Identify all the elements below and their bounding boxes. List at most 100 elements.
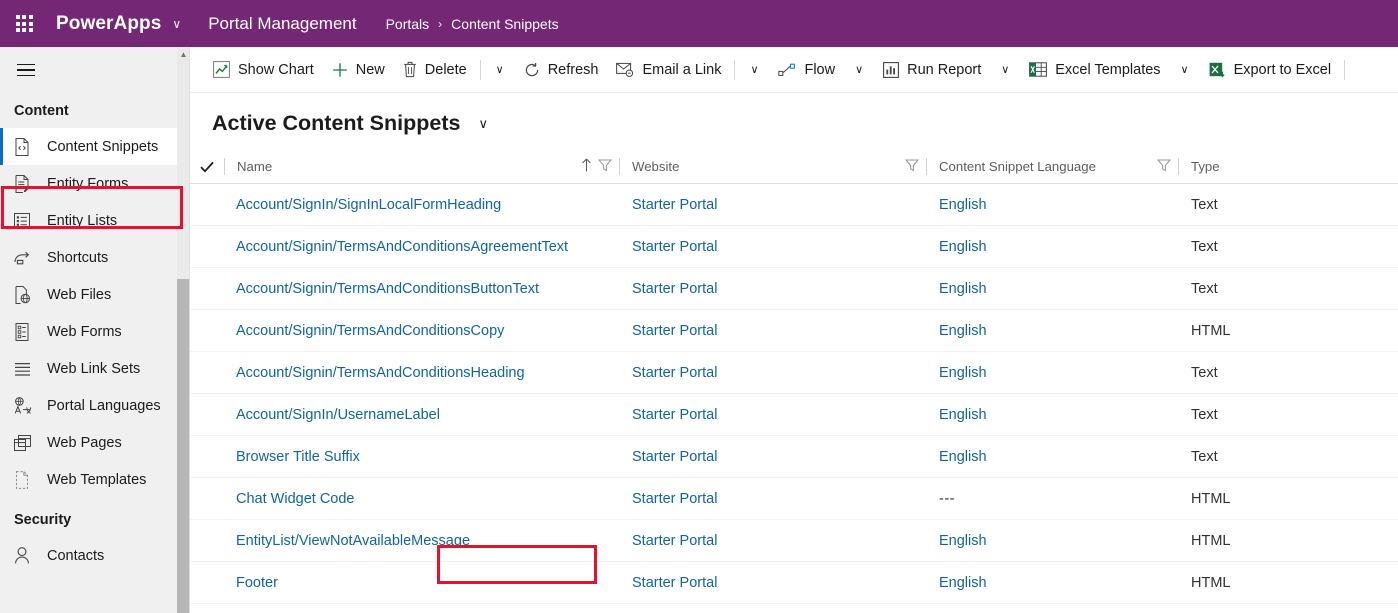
table-row[interactable]: EntityList/ViewNotAvailableMessage Starte… <box>190 520 1398 562</box>
row-link-language[interactable]: English <box>939 533 987 549</box>
brand-chevron-down-icon[interactable]: ∨ <box>172 17 181 31</box>
grid-column-name[interactable]: Name <box>190 150 620 184</box>
row-link-language[interactable]: English <box>939 575 987 591</box>
sidebar-item-label: Entity Forms <box>47 175 129 192</box>
row-link-language[interactable]: English <box>939 281 987 297</box>
row-link-language[interactable]: English <box>939 197 987 213</box>
row-link-name[interactable]: Account/Signin/TermsAndConditionsButtonT… <box>236 281 539 297</box>
row-link-website[interactable]: Starter Portal <box>632 281 717 297</box>
email-overflow-chevron-down-icon[interactable]: ∨ <box>739 47 769 93</box>
sidebar-item-portal-languages[interactable]: Portal Languages <box>0 387 190 424</box>
sidebar-item-entity-lists[interactable]: Entity Lists <box>0 202 190 239</box>
select-all-checkbox[interactable] <box>190 161 224 173</box>
breadcrumb-portals[interactable]: Portals <box>386 16 430 32</box>
cell-language: English <box>927 268 1179 310</box>
table-row[interactable]: Account/Signin/TermsAndConditionsAgreeme… <box>190 226 1398 268</box>
row-link-website[interactable]: Starter Portal <box>632 197 717 213</box>
command-separator <box>479 59 481 80</box>
grid-column-website[interactable]: Website <box>620 150 927 184</box>
plus-icon <box>332 62 348 78</box>
sidebar-item-web-files[interactable]: Web Files <box>0 276 190 313</box>
sidebar-item-entity-forms[interactable]: Entity Forms <box>0 165 190 202</box>
delete-overflow-chevron-down-icon[interactable]: ∨ <box>485 47 515 93</box>
cell-website: Starter Portal <box>620 562 927 604</box>
row-link-language[interactable]: English <box>939 239 987 255</box>
command-bar: Show Chart New Delete ∨ Refresh Email a … <box>190 47 1398 93</box>
table-row[interactable]: Chat Widget Code Starter Portal --- HTML <box>190 478 1398 520</box>
new-button[interactable]: New <box>323 47 394 93</box>
sort-ascending-icon[interactable] <box>581 158 592 175</box>
row-link-name[interactable]: Browser Title Suffix <box>236 449 360 465</box>
row-link-name[interactable]: Account/SignIn/SignInLocalFormHeading <box>236 197 501 213</box>
row-link-name[interactable]: Account/SignIn/UsernameLabel <box>236 407 440 423</box>
grid-column-type[interactable]: Type <box>1179 150 1398 184</box>
email-a-link-button[interactable]: Email a Link <box>607 47 730 93</box>
flow-chevron-down-icon[interactable]: ∨ <box>844 47 874 93</box>
grid-column-content-snippet-language[interactable]: Content Snippet Language <box>927 150 1179 184</box>
row-link-website[interactable]: Starter Portal <box>632 449 717 465</box>
filter-icon[interactable] <box>904 158 920 175</box>
row-link-name[interactable]: Chat Widget Code <box>236 491 354 507</box>
hamburger-menu-button[interactable] <box>2 47 50 93</box>
refresh-icon <box>524 62 540 78</box>
nav-group-title-content: Content <box>14 103 69 119</box>
run-report-button[interactable]: Run Report <box>874 47 990 93</box>
table-row[interactable]: Browser Title Suffix Starter Portal Englis… <box>190 436 1398 478</box>
app-launcher-button[interactable] <box>0 0 48 47</box>
export-to-excel-button[interactable]: Export to Excel <box>1200 47 1341 93</box>
sidebar-item-web-forms[interactable]: Web Forms <box>0 313 190 350</box>
row-link-website[interactable]: Starter Portal <box>632 365 717 381</box>
top-app-bar: PowerApps ∨ Portal Management Portals › … <box>0 0 1398 47</box>
cell-website: Starter Portal <box>620 226 927 268</box>
run-report-chevron-down-icon[interactable]: ∨ <box>990 47 1020 93</box>
sidebar-item-label: Web Files <box>47 286 112 303</box>
excel-templates-chevron-down-icon[interactable]: ∨ <box>1170 47 1200 93</box>
row-link-name[interactable]: Account/Signin/TermsAndConditionsHeading <box>236 365 525 381</box>
row-link-language[interactable]: English <box>939 323 987 339</box>
row-link-website[interactable]: Starter Portal <box>632 323 717 339</box>
row-link-website[interactable]: Starter Portal <box>632 533 717 549</box>
sidebar-item-web-templates[interactable]: Web Templates <box>0 461 190 498</box>
row-link-website[interactable]: Starter Portal <box>632 407 717 423</box>
row-link-language[interactable]: English <box>939 365 987 381</box>
filter-icon[interactable] <box>1156 158 1172 175</box>
view-selector[interactable]: Active Content Snippets ∨ <box>190 93 1398 142</box>
row-link-name[interactable]: Account/Signin/TermsAndConditionsAgreeme… <box>236 239 568 255</box>
chevron-down-icon[interactable]: ∨ <box>478 116 488 132</box>
table-row[interactable]: Footer Starter Portal English HTML <box>190 562 1398 604</box>
sidebar-item-shortcuts[interactable]: Shortcuts <box>0 239 190 276</box>
refresh-button[interactable]: Refresh <box>515 47 608 93</box>
sidebar-item-web-pages[interactable]: Web Pages <box>0 424 190 461</box>
sidebar-item-contacts[interactable]: Contacts <box>0 537 190 574</box>
row-link-language[interactable]: English <box>939 407 987 423</box>
delete-button[interactable]: Delete <box>394 47 476 93</box>
table-row[interactable]: Account/Signin/TermsAndConditionsButtonT… <box>190 268 1398 310</box>
row-value-type: Text <box>1191 364 1218 381</box>
flow-button[interactable]: Flow <box>769 47 844 93</box>
table-row[interactable]: Account/SignIn/SignInLocalFormHeading Sta… <box>190 184 1398 226</box>
row-link-name[interactable]: EntityList/ViewNotAvailableMessage <box>236 533 470 549</box>
export-to-excel-label: Export to Excel <box>1233 61 1332 78</box>
row-link-website[interactable]: Starter Portal <box>632 239 717 255</box>
row-link-name[interactable]: Account/Signin/TermsAndConditionsCopy <box>236 323 504 339</box>
app-name-portal-management[interactable]: Portal Management <box>208 14 356 34</box>
cell-language: English <box>927 562 1179 604</box>
table-row[interactable]: Account/Signin/TermsAndConditionsHeading… <box>190 352 1398 394</box>
excel-templates-button[interactable]: Excel Templates <box>1020 47 1169 93</box>
row-link-website[interactable]: Starter Portal <box>632 491 717 507</box>
row-link-language[interactable]: English <box>939 449 987 465</box>
row-value-type: HTML <box>1191 532 1231 549</box>
table-row[interactable]: Account/Signin/TermsAndConditionsCopy Sta… <box>190 310 1398 352</box>
sidebar-item-content-snippets[interactable]: Content Snippets <box>0 128 190 165</box>
cell-name: Account/SignIn/SignInLocalFormHeading <box>190 184 620 226</box>
row-link-name[interactable]: Footer <box>236 575 278 591</box>
excel-templates-label: Excel Templates <box>1055 61 1161 78</box>
row-link-website[interactable]: Starter Portal <box>632 575 717 591</box>
sidebar-item-web-link-sets[interactable]: Web Link Sets <box>0 350 190 387</box>
show-chart-button[interactable]: Show Chart <box>204 47 323 93</box>
table-row[interactable]: Account/SignIn/UsernameLabel Starter Port… <box>190 394 1398 436</box>
brand-powerapps[interactable]: PowerApps <box>56 13 161 35</box>
flow-icon <box>778 63 796 77</box>
filter-icon[interactable] <box>597 158 613 175</box>
breadcrumb-content-snippets[interactable]: Content Snippets <box>451 16 558 32</box>
